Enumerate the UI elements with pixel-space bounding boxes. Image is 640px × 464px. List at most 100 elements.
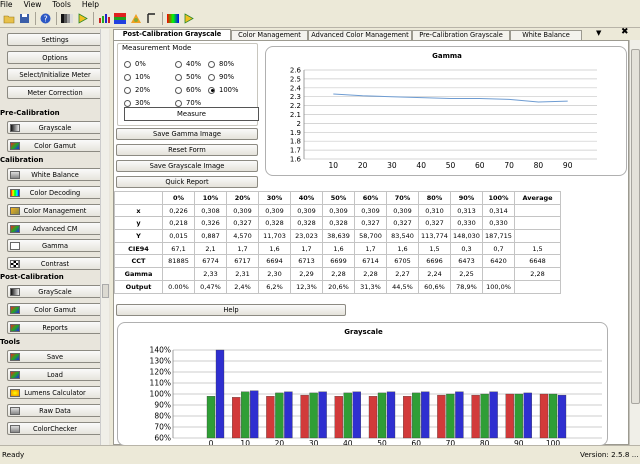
color-management-icon[interactable] xyxy=(129,12,142,25)
sidebar-button-label: ColorChecker xyxy=(32,424,78,433)
gamma-y-tick: 2.3 xyxy=(290,93,301,101)
radio-80-percent[interactable]: 80% xyxy=(208,60,234,68)
radio-circle-icon[interactable] xyxy=(124,86,131,94)
radio-10-percent[interactable]: 10% xyxy=(124,73,150,81)
radio-90-percent[interactable]: 90% xyxy=(208,73,234,81)
radio-70-percent[interactable]: 70% xyxy=(175,99,201,107)
menu-file[interactable]: File xyxy=(0,0,21,10)
radio-label: 60% xyxy=(186,86,202,94)
sidebar-post-grayscale-button[interactable]: GrayScale xyxy=(7,285,103,298)
radio-label: 90% xyxy=(219,73,235,81)
radio-circle-icon[interactable] xyxy=(208,86,215,94)
row-header: Output xyxy=(114,279,163,294)
table-cell: 100,0% xyxy=(482,279,515,294)
column-header: 20% xyxy=(226,191,259,205)
select-meter-button[interactable]: Select/Initialize Meter xyxy=(7,68,103,81)
tab-color-management[interactable]: Color Management xyxy=(231,30,308,40)
radio-circle-icon[interactable] xyxy=(175,86,182,94)
radio-circle-icon[interactable] xyxy=(175,73,182,81)
save-gamma-image-button[interactable]: Save Gamma Image xyxy=(116,128,258,140)
radio-60-percent[interactable]: 60% xyxy=(175,86,201,94)
tab-white-balance[interactable]: White Balance xyxy=(510,30,582,40)
decoding-icon[interactable] xyxy=(166,12,179,25)
grayscale-y-tick: 140% xyxy=(150,346,171,355)
reset-form-button[interactable]: Reset Form xyxy=(116,144,258,156)
sidebar-cal-advanced-cm-button[interactable]: Advanced CM xyxy=(7,222,103,235)
gamma-y-tick: 1.6 xyxy=(290,156,302,164)
tab-close-icon[interactable]: ✖ xyxy=(621,27,629,37)
color-gamut-icon[interactable] xyxy=(113,12,126,25)
gamma-icon[interactable] xyxy=(145,12,158,25)
settings-button[interactable]: Settings xyxy=(7,33,103,46)
sidebar-post-reports-button[interactable]: Reports xyxy=(7,321,103,334)
gamma-x-tick: 60 xyxy=(475,161,485,170)
sidebar-tools-colorchecker-button[interactable]: ColorChecker xyxy=(7,422,103,435)
radio-circle-icon[interactable] xyxy=(175,99,182,107)
grayscale-bar xyxy=(377,392,387,439)
sidebar-cal-color-management-button[interactable]: Color Management xyxy=(7,204,103,217)
open-folder-icon[interactable] xyxy=(2,12,15,25)
play-icon[interactable] xyxy=(76,12,89,25)
tab-bar: Post-Calibration Grayscale Color Manageme… xyxy=(113,29,640,40)
sidebar-scroll-thumb[interactable] xyxy=(102,284,109,298)
table-cell: 2,30 xyxy=(258,267,291,281)
radio-40-percent[interactable]: 40% xyxy=(175,60,201,68)
grayscale-bar xyxy=(548,393,558,439)
radio-circle-icon[interactable] xyxy=(124,99,131,107)
sidebar-cal-white-balance-button[interactable]: White Balance xyxy=(7,168,103,181)
menu-help[interactable]: Help xyxy=(79,0,107,10)
grayscale-bar xyxy=(232,397,241,439)
radio-circle-icon[interactable] xyxy=(175,60,182,68)
sidebar-cal-contrast-button[interactable]: Contrast xyxy=(7,257,103,270)
panel-scrollbar[interactable] xyxy=(629,40,640,445)
table-cell: 2,25 xyxy=(450,267,483,281)
grayscale-bar xyxy=(523,392,532,439)
table-cell: 12,3% xyxy=(290,279,323,294)
options-button[interactable]: Options xyxy=(7,51,103,64)
radio-circle-icon[interactable] xyxy=(208,73,215,81)
save-disk-icon[interactable] xyxy=(18,12,31,25)
radio-100-percent[interactable]: 100% xyxy=(208,86,238,94)
panel-scroll-thumb[interactable] xyxy=(631,49,640,404)
play-green-icon[interactable] xyxy=(182,12,195,25)
quick-report-button[interactable]: Quick Report xyxy=(116,176,258,188)
radio-20-percent[interactable]: 20% xyxy=(124,86,150,94)
sidebar-pre-color-gamut-button[interactable]: Color Gamut xyxy=(7,139,103,152)
help-icon[interactable]: ? xyxy=(39,12,52,25)
tab-advanced-color-management[interactable]: Advanced Color Management xyxy=(308,30,412,40)
chart-icon[interactable] xyxy=(97,12,110,25)
table-cell xyxy=(514,203,561,218)
sidebar-tools-lumens-calculator-button[interactable]: Lumens Calculator xyxy=(7,386,103,399)
tab-post-calibration-grayscale[interactable]: Post-Calibration Grayscale xyxy=(113,29,231,40)
sidebar-post-color-gamut-button[interactable]: Color Gamut xyxy=(7,303,103,316)
sidebar-tools-save-button[interactable]: Save xyxy=(7,350,103,363)
radio-0-percent[interactable]: 0% xyxy=(124,60,146,68)
table-cell: 0,309 xyxy=(226,203,259,218)
tab-panel: Measurement Mode 0% 10% 20% 30% 40% 50% 60% 70%… xyxy=(113,40,629,446)
help-button[interactable]: Help xyxy=(116,304,346,316)
radio-circle-icon[interactable] xyxy=(208,60,215,68)
save-grayscale-image-button[interactable]: Save Grayscale Image xyxy=(116,160,258,172)
tab-pre-calibration-grayscale[interactable]: Pre-Calibration Grayscale xyxy=(412,30,510,40)
radio-50-percent[interactable]: 50% xyxy=(175,73,201,81)
sidebar-tools-load-button[interactable]: Load xyxy=(7,368,103,381)
table-cell: 4,570 xyxy=(226,229,259,243)
radio-label: 20% xyxy=(135,86,151,94)
sidebar-scrollbar[interactable] xyxy=(100,29,109,445)
column-header: 50% xyxy=(322,191,355,205)
radio-circle-icon[interactable] xyxy=(124,60,131,68)
sidebar-cal-color-decoding-button[interactable]: Color Decoding xyxy=(7,186,103,199)
sidebar-tools-raw-data-button[interactable]: Raw Data xyxy=(7,404,103,417)
tab-list-arrow-icon[interactable]: ▼ xyxy=(596,29,601,37)
toolbar-separator xyxy=(56,12,57,25)
grayscale-icon[interactable] xyxy=(60,12,73,25)
table-cell: 0.00% xyxy=(162,279,195,294)
measure-button[interactable]: Measure xyxy=(124,107,259,121)
menu-tools[interactable]: Tools xyxy=(49,0,78,10)
sidebar-pre-grayscale-button[interactable]: Grayscale xyxy=(7,121,103,134)
menu-view[interactable]: View xyxy=(21,0,50,10)
meter-correction-button[interactable]: Meter Correction xyxy=(7,86,103,99)
radio-30-percent[interactable]: 30% xyxy=(124,99,150,107)
sidebar-cal-gamma-button[interactable]: Gamma xyxy=(7,239,103,252)
radio-circle-icon[interactable] xyxy=(124,73,131,81)
